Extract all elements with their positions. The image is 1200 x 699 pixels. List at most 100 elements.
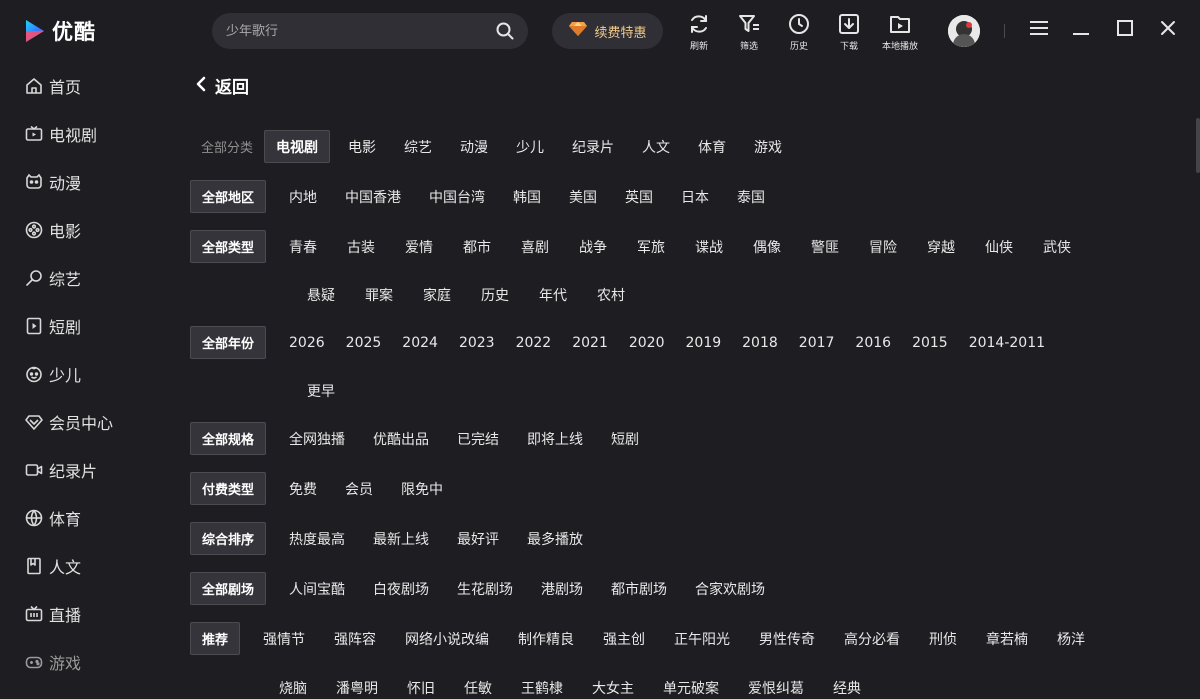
filter-button[interactable]: 筛选: [737, 12, 761, 52]
filter-chip[interactable]: 体育: [698, 137, 726, 157]
filter-chip[interactable]: 电影: [348, 137, 376, 157]
filter-chip[interactable]: 韩国: [513, 187, 541, 207]
filter-chip[interactable]: 港剧场: [541, 579, 583, 599]
search-input[interactable]: [226, 23, 494, 39]
maximize-button[interactable]: [1114, 19, 1136, 41]
back-button[interactable]: 返回: [195, 73, 249, 98]
filter-chip[interactable]: 爱情: [405, 237, 433, 257]
download-button[interactable]: 下载: [837, 12, 861, 52]
filter-chip[interactable]: 中国台湾: [429, 187, 485, 207]
filter-chip[interactable]: 限免中: [401, 479, 443, 499]
filter-chip[interactable]: 2026: [289, 335, 325, 351]
filter-chip[interactable]: 2021: [572, 335, 608, 351]
filter-chip[interactable]: 王鹤棣: [521, 678, 563, 698]
sidebar-item-documentary[interactable]: 纪录片: [0, 446, 140, 494]
filter-chip[interactable]: 美国: [569, 187, 597, 207]
filter-chip[interactable]: 经典: [833, 678, 861, 698]
filter-chip[interactable]: 内地: [289, 187, 317, 207]
filter-chip[interactable]: 网络小说改编: [405, 629, 489, 649]
filter-chip[interactable]: 爱恨纠葛: [748, 678, 804, 698]
filter-chip[interactable]: 年代: [539, 285, 567, 305]
filter-chip[interactable]: 日本: [681, 187, 709, 207]
filter-chip[interactable]: 人文: [642, 137, 670, 157]
filter-chip[interactable]: 古装: [347, 237, 375, 257]
sidebar-item-sports[interactable]: 体育: [0, 494, 140, 542]
filter-chip[interactable]: 中国香港: [345, 187, 401, 207]
filter-chip[interactable]: 短剧: [611, 429, 639, 449]
filter-chip[interactable]: 强情节: [263, 629, 305, 649]
filter-chip[interactable]: 刑侦: [929, 629, 957, 649]
sidebar-item-tv[interactable]: 电视剧: [0, 110, 140, 158]
filter-chip[interactable]: 喜剧: [521, 237, 549, 257]
filter-chip[interactable]: 2018: [742, 335, 778, 351]
filter-chip[interactable]: 农村: [597, 285, 625, 305]
filter-chip[interactable]: 冒险: [869, 237, 897, 257]
filter-head-theater[interactable]: 全部剧场: [190, 572, 267, 605]
filter-chip[interactable]: 更早: [307, 381, 335, 401]
filter-head-category[interactable]: 全部分类: [190, 130, 264, 163]
filter-chip[interactable]: 全网独播: [289, 429, 345, 449]
close-button[interactable]: [1157, 19, 1179, 41]
refresh-button[interactable]: 刷新: [687, 12, 711, 52]
history-button[interactable]: 历史: [787, 12, 811, 52]
filter-chip[interactable]: 最新上线: [373, 529, 429, 549]
scrollbar[interactable]: [1196, 118, 1200, 173]
filter-chip[interactable]: 2016: [855, 335, 891, 351]
filter-chip[interactable]: 2019: [686, 335, 722, 351]
filter-head-region[interactable]: 全部地区: [190, 180, 267, 213]
filter-head-genre[interactable]: 全部类型: [190, 230, 267, 263]
filter-chip[interactable]: 2025: [346, 335, 382, 351]
filter-head-year[interactable]: 全部年份: [190, 326, 267, 359]
filter-chip[interactable]: 强主创: [603, 629, 645, 649]
filter-chip[interactable]: 2017: [799, 335, 835, 351]
filter-chip[interactable]: 杨洋: [1057, 629, 1085, 649]
filter-chip[interactable]: 烧脑: [279, 678, 307, 698]
menu-button[interactable]: [1028, 19, 1050, 41]
filter-chip[interactable]: 2020: [629, 335, 665, 351]
filter-chip[interactable]: 英国: [625, 187, 653, 207]
sidebar-item-games[interactable]: 游戏: [0, 638, 140, 686]
filter-chip[interactable]: 男性传奇: [759, 629, 815, 649]
filter-chip[interactable]: 综艺: [404, 137, 432, 157]
minimize-button[interactable]: [1070, 19, 1092, 41]
filter-chip[interactable]: 历史: [481, 285, 509, 305]
filter-chip[interactable]: 罪案: [365, 285, 393, 305]
filter-chip[interactable]: 少儿: [516, 137, 544, 157]
filter-chip[interactable]: 热度最高: [289, 529, 345, 549]
filter-chip[interactable]: 2023: [459, 335, 495, 351]
filter-chip[interactable]: 单元破案: [663, 678, 719, 698]
filter-chip[interactable]: 制作精良: [518, 629, 574, 649]
vip-renew-button[interactable]: 续费特惠: [552, 13, 663, 49]
filter-chip[interactable]: 仙侠: [985, 237, 1013, 257]
filter-chip-tv-active[interactable]: 电视剧: [264, 130, 331, 163]
filter-chip[interactable]: 高分必看: [844, 629, 900, 649]
filter-chip[interactable]: 强阵容: [334, 629, 376, 649]
sidebar-item-vip-center[interactable]: 会员中心: [0, 398, 140, 446]
youku-logo[interactable]: 优酷: [24, 16, 96, 46]
local-play-button[interactable]: 本地播放: [882, 12, 918, 52]
filter-chip[interactable]: 青春: [289, 237, 317, 257]
filter-chip[interactable]: 2024: [402, 335, 438, 351]
filter-chip[interactable]: 怀旧: [407, 678, 435, 698]
filter-chip[interactable]: 优酷出品: [373, 429, 429, 449]
filter-chip[interactable]: 警匪: [811, 237, 839, 257]
filter-chip[interactable]: 都市: [463, 237, 491, 257]
filter-chip[interactable]: 合家欢剧场: [695, 579, 765, 599]
filter-chip[interactable]: 2022: [516, 335, 552, 351]
filter-chip[interactable]: 都市剧场: [611, 579, 667, 599]
filter-chip[interactable]: 正午阳光: [674, 629, 730, 649]
filter-chip[interactable]: 任敏: [464, 678, 492, 698]
filter-chip[interactable]: 潘粤明: [336, 678, 378, 698]
filter-chip[interactable]: 军旅: [637, 237, 665, 257]
filter-chip[interactable]: 大女主: [592, 678, 634, 698]
filter-head-pay[interactable]: 付费类型: [190, 472, 267, 505]
search-icon[interactable]: [494, 20, 516, 42]
sidebar-item-short-drama[interactable]: 短剧: [0, 302, 140, 350]
filter-head-spec[interactable]: 全部规格: [190, 422, 267, 455]
filter-chip[interactable]: 最好评: [457, 529, 499, 549]
sidebar-item-culture[interactable]: 人文: [0, 542, 140, 590]
sidebar-item-variety[interactable]: 综艺: [0, 254, 140, 302]
filter-chip[interactable]: 免费: [289, 479, 317, 499]
filter-chip[interactable]: 动漫: [460, 137, 488, 157]
filter-chip[interactable]: 武侠: [1043, 237, 1071, 257]
